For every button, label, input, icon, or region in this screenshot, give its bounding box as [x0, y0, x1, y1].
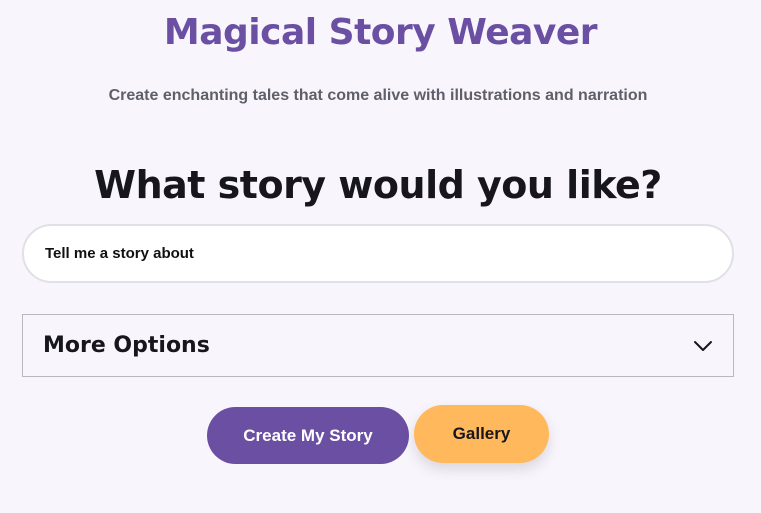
more-options-label: More Options [43, 333, 210, 358]
create-story-button[interactable]: Create My Story [207, 407, 409, 464]
app-subtitle: Create enchanting tales that come alive … [108, 87, 648, 104]
app-title: Magical Story Weaver [163, 12, 598, 53]
chevron-down-icon [694, 340, 712, 351]
story-prompt-input[interactable] [22, 224, 734, 283]
more-options-toggle[interactable]: More Options [22, 314, 734, 377]
gallery-button[interactable]: Gallery [414, 405, 549, 463]
prompt-heading: What story would you like? [94, 163, 662, 207]
